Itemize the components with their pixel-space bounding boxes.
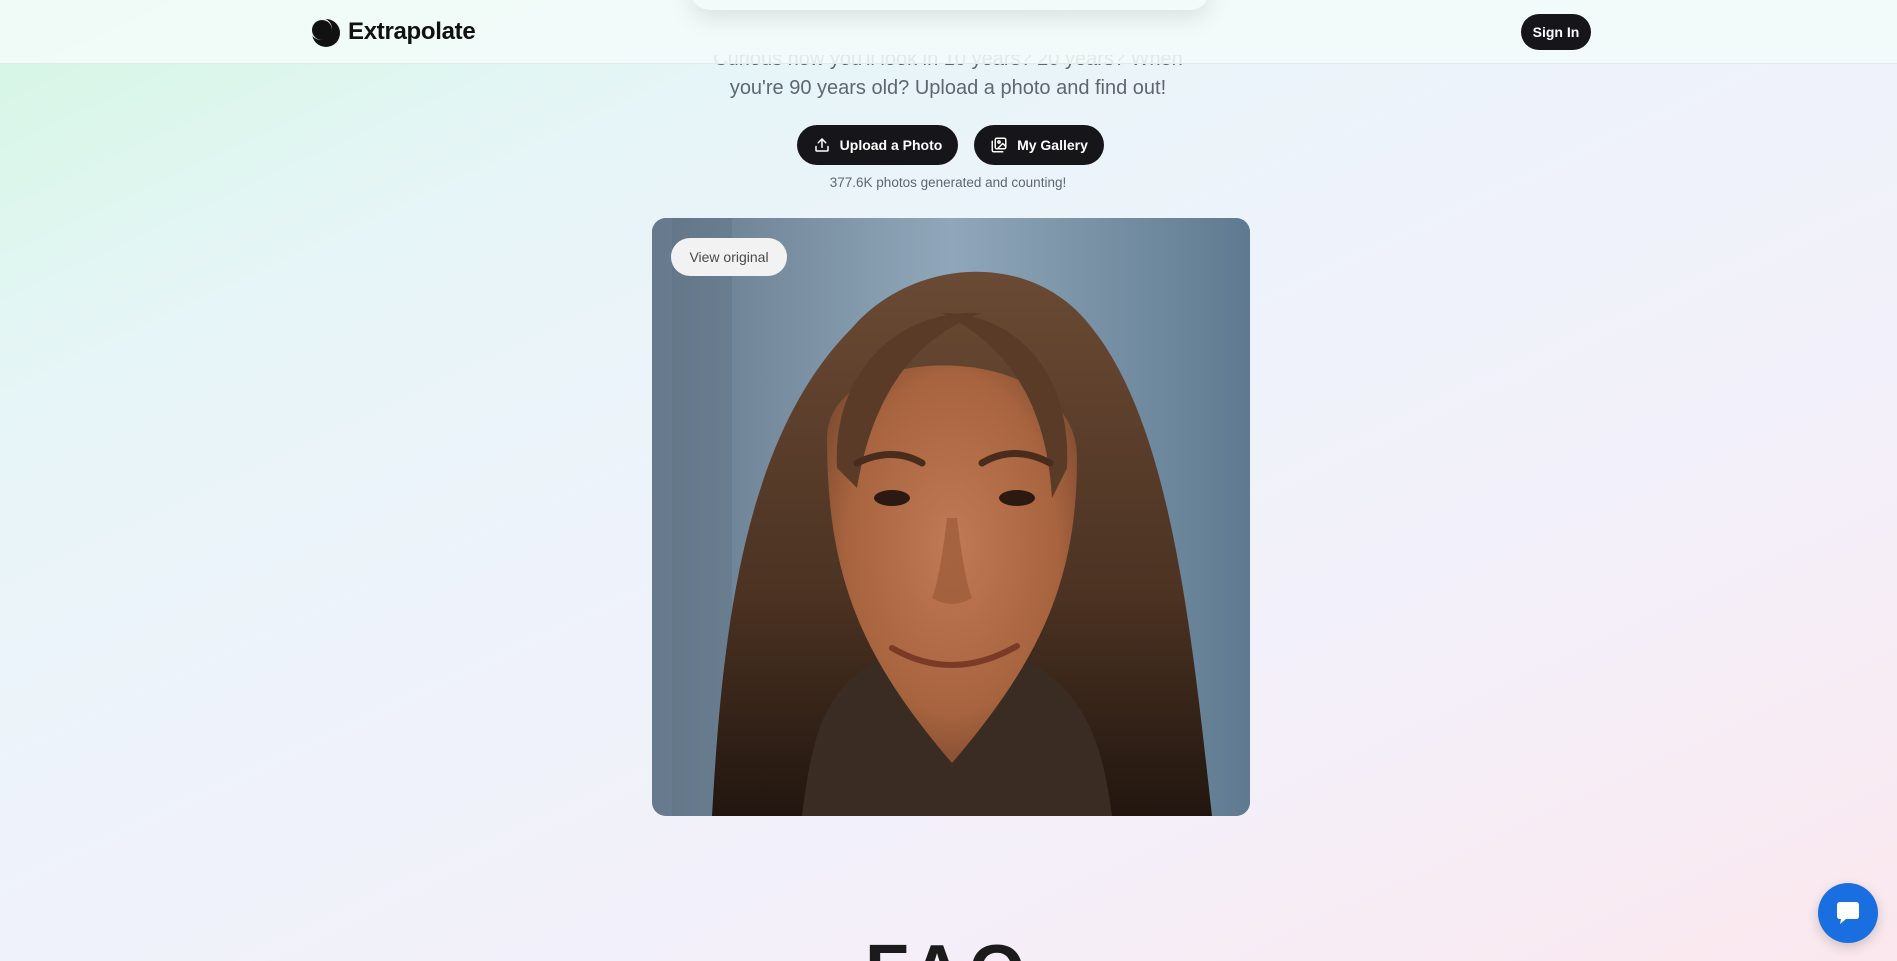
view-original-button[interactable]: View original [671, 238, 787, 276]
crescent-logo-icon [310, 18, 340, 47]
brand-logo[interactable]: Extrapolate [310, 15, 476, 49]
chat-widget-button[interactable] [1818, 883, 1878, 943]
my-gallery-button[interactable]: My Gallery [974, 125, 1104, 165]
faq-title: FAQ [848, 935, 1048, 961]
upload-photo-label: Upload a Photo [839, 137, 943, 153]
photos-generated-counter: 377.6K photos generated and counting! [829, 175, 1067, 190]
chat-bubble-icon [1837, 902, 1859, 924]
header-overlay-shadow [690, 0, 1210, 10]
hero-subtitle-line-2: you're 90 years old? Upload a photo and … [729, 77, 1167, 99]
my-gallery-label: My Gallery [1017, 137, 1088, 153]
upload-icon [814, 138, 829, 152]
faq-heading: FAQ [848, 935, 1048, 961]
gallery-icon [991, 137, 1007, 153]
portrait-image [652, 218, 1250, 816]
upload-photo-button[interactable]: Upload a Photo [797, 125, 958, 165]
sign-in-button[interactable]: Sign In [1521, 14, 1591, 50]
brand-name: Extrapolate [348, 18, 476, 45]
aged-photo-preview[interactable] [652, 218, 1250, 816]
site-header: Extrapolate Sign In [0, 0, 1897, 64]
